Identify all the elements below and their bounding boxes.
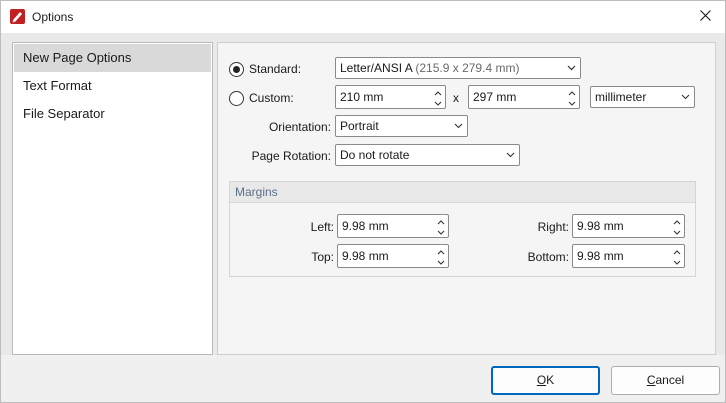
margin-bottom-label: Bottom: — [527, 250, 569, 264]
margin-top-stepper[interactable] — [436, 246, 446, 266]
margins-header: Margins — [230, 182, 695, 203]
standard-label: Standard: — [249, 62, 302, 76]
page-rotation-label: Page Rotation: — [251, 149, 331, 163]
dialog-content: New Page Options Text Format File Separa… — [1, 33, 725, 355]
close-button[interactable] — [685, 1, 725, 33]
chevron-down-icon[interactable] — [437, 226, 445, 236]
margin-left-stepper[interactable] — [436, 216, 446, 236]
custom-height-value: 297 mm — [473, 90, 517, 104]
chevron-down-icon — [680, 87, 690, 107]
custom-height-input[interactable]: 297 mm — [468, 85, 580, 109]
margins-group: Margins Left: 9.98 mm Right: 9.98 mm Top… — [229, 181, 696, 277]
nav-item-label: New Page Options — [23, 50, 132, 65]
margin-bottom-input[interactable]: 9.98 mm — [572, 244, 685, 268]
pdf-editor-icon — [10, 9, 25, 24]
cancel-label-rest: ancel — [655, 373, 685, 387]
unit-select[interactable]: millimeter — [590, 86, 695, 108]
margin-bottom-stepper[interactable] — [672, 246, 682, 266]
ok-button[interactable]: OK — [491, 366, 600, 395]
standard-size-select[interactable]: Letter/ANSI A (215.9 x 279.4 mm) — [335, 57, 581, 79]
margin-left-value: 9.98 mm — [342, 219, 389, 233]
orientation-select[interactable]: Portrait — [335, 115, 468, 137]
unit-value: millimeter — [595, 90, 647, 104]
chevron-up-icon[interactable] — [673, 246, 681, 256]
custom-label: Custom: — [249, 91, 294, 105]
dialog-footer: OK Cancel — [1, 355, 725, 402]
chevron-up-icon[interactable] — [437, 246, 445, 256]
margin-bottom-value: 9.98 mm — [577, 249, 624, 263]
ok-label-rest: K — [546, 373, 555, 387]
orientation-value: Portrait — [340, 119, 379, 133]
chevron-down-icon[interactable] — [437, 256, 445, 266]
margin-top-label: Top: — [311, 250, 334, 264]
margin-right-input[interactable]: 9.98 mm — [572, 214, 685, 238]
margin-right-stepper[interactable] — [672, 216, 682, 236]
chevron-down-icon[interactable] — [673, 256, 681, 266]
height-stepper[interactable] — [567, 87, 577, 107]
nav-item-label: File Separator — [23, 106, 105, 121]
chevron-down-icon[interactable] — [568, 97, 576, 107]
margin-left-label: Left: — [310, 220, 334, 234]
nav-item-file-separator[interactable]: File Separator — [14, 100, 211, 128]
title-bar: Options — [1, 1, 725, 33]
custom-width-input[interactable]: 210 mm — [335, 85, 446, 109]
chevron-up-icon[interactable] — [673, 216, 681, 226]
chevron-down-icon — [453, 116, 463, 136]
page-rotation-value: Do not rotate — [340, 148, 410, 162]
nav-item-new-page-options[interactable]: New Page Options — [14, 44, 211, 72]
margin-right-value: 9.98 mm — [577, 219, 624, 233]
nav-item-text-format[interactable]: Text Format — [14, 72, 211, 100]
dimension-separator: x — [453, 91, 459, 105]
margin-top-value: 9.98 mm — [342, 249, 389, 263]
standard-radio[interactable] — [229, 62, 244, 77]
close-icon[interactable] — [699, 10, 711, 24]
chevron-up-icon[interactable] — [437, 216, 445, 226]
cancel-button[interactable]: Cancel — [611, 366, 720, 395]
chevron-down-icon[interactable] — [434, 97, 442, 107]
margin-left-input[interactable]: 9.98 mm — [337, 214, 449, 238]
orientation-label: Orientation: — [268, 120, 331, 134]
nav-item-label: Text Format — [23, 78, 92, 93]
margin-right-label: Right: — [537, 220, 569, 234]
page-rotation-select[interactable]: Do not rotate — [335, 144, 520, 166]
options-dialog: Options New Page Options Text Format Fil… — [0, 0, 726, 403]
dialog-title: Options — [32, 10, 74, 24]
category-list: New Page Options Text Format File Separa… — [12, 42, 213, 355]
chevron-down-icon — [505, 145, 515, 165]
chevron-down-icon — [566, 58, 576, 78]
chevron-up-icon[interactable] — [568, 87, 576, 97]
standard-size-value: Letter/ANSI A — [340, 61, 413, 75]
new-page-options-panel: Standard: Letter/ANSI A (215.9 x 279.4 m… — [217, 42, 716, 355]
margins-title: Margins — [235, 185, 278, 199]
custom-radio[interactable] — [229, 91, 244, 106]
width-stepper[interactable] — [433, 87, 443, 107]
ok-mnemonic: O — [536, 373, 547, 387]
chevron-up-icon[interactable] — [434, 87, 442, 97]
custom-width-value: 210 mm — [340, 90, 384, 104]
standard-size-detail: (215.9 x 279.4 mm) — [415, 61, 520, 75]
chevron-down-icon[interactable] — [673, 226, 681, 236]
margin-top-input[interactable]: 9.98 mm — [337, 244, 449, 268]
